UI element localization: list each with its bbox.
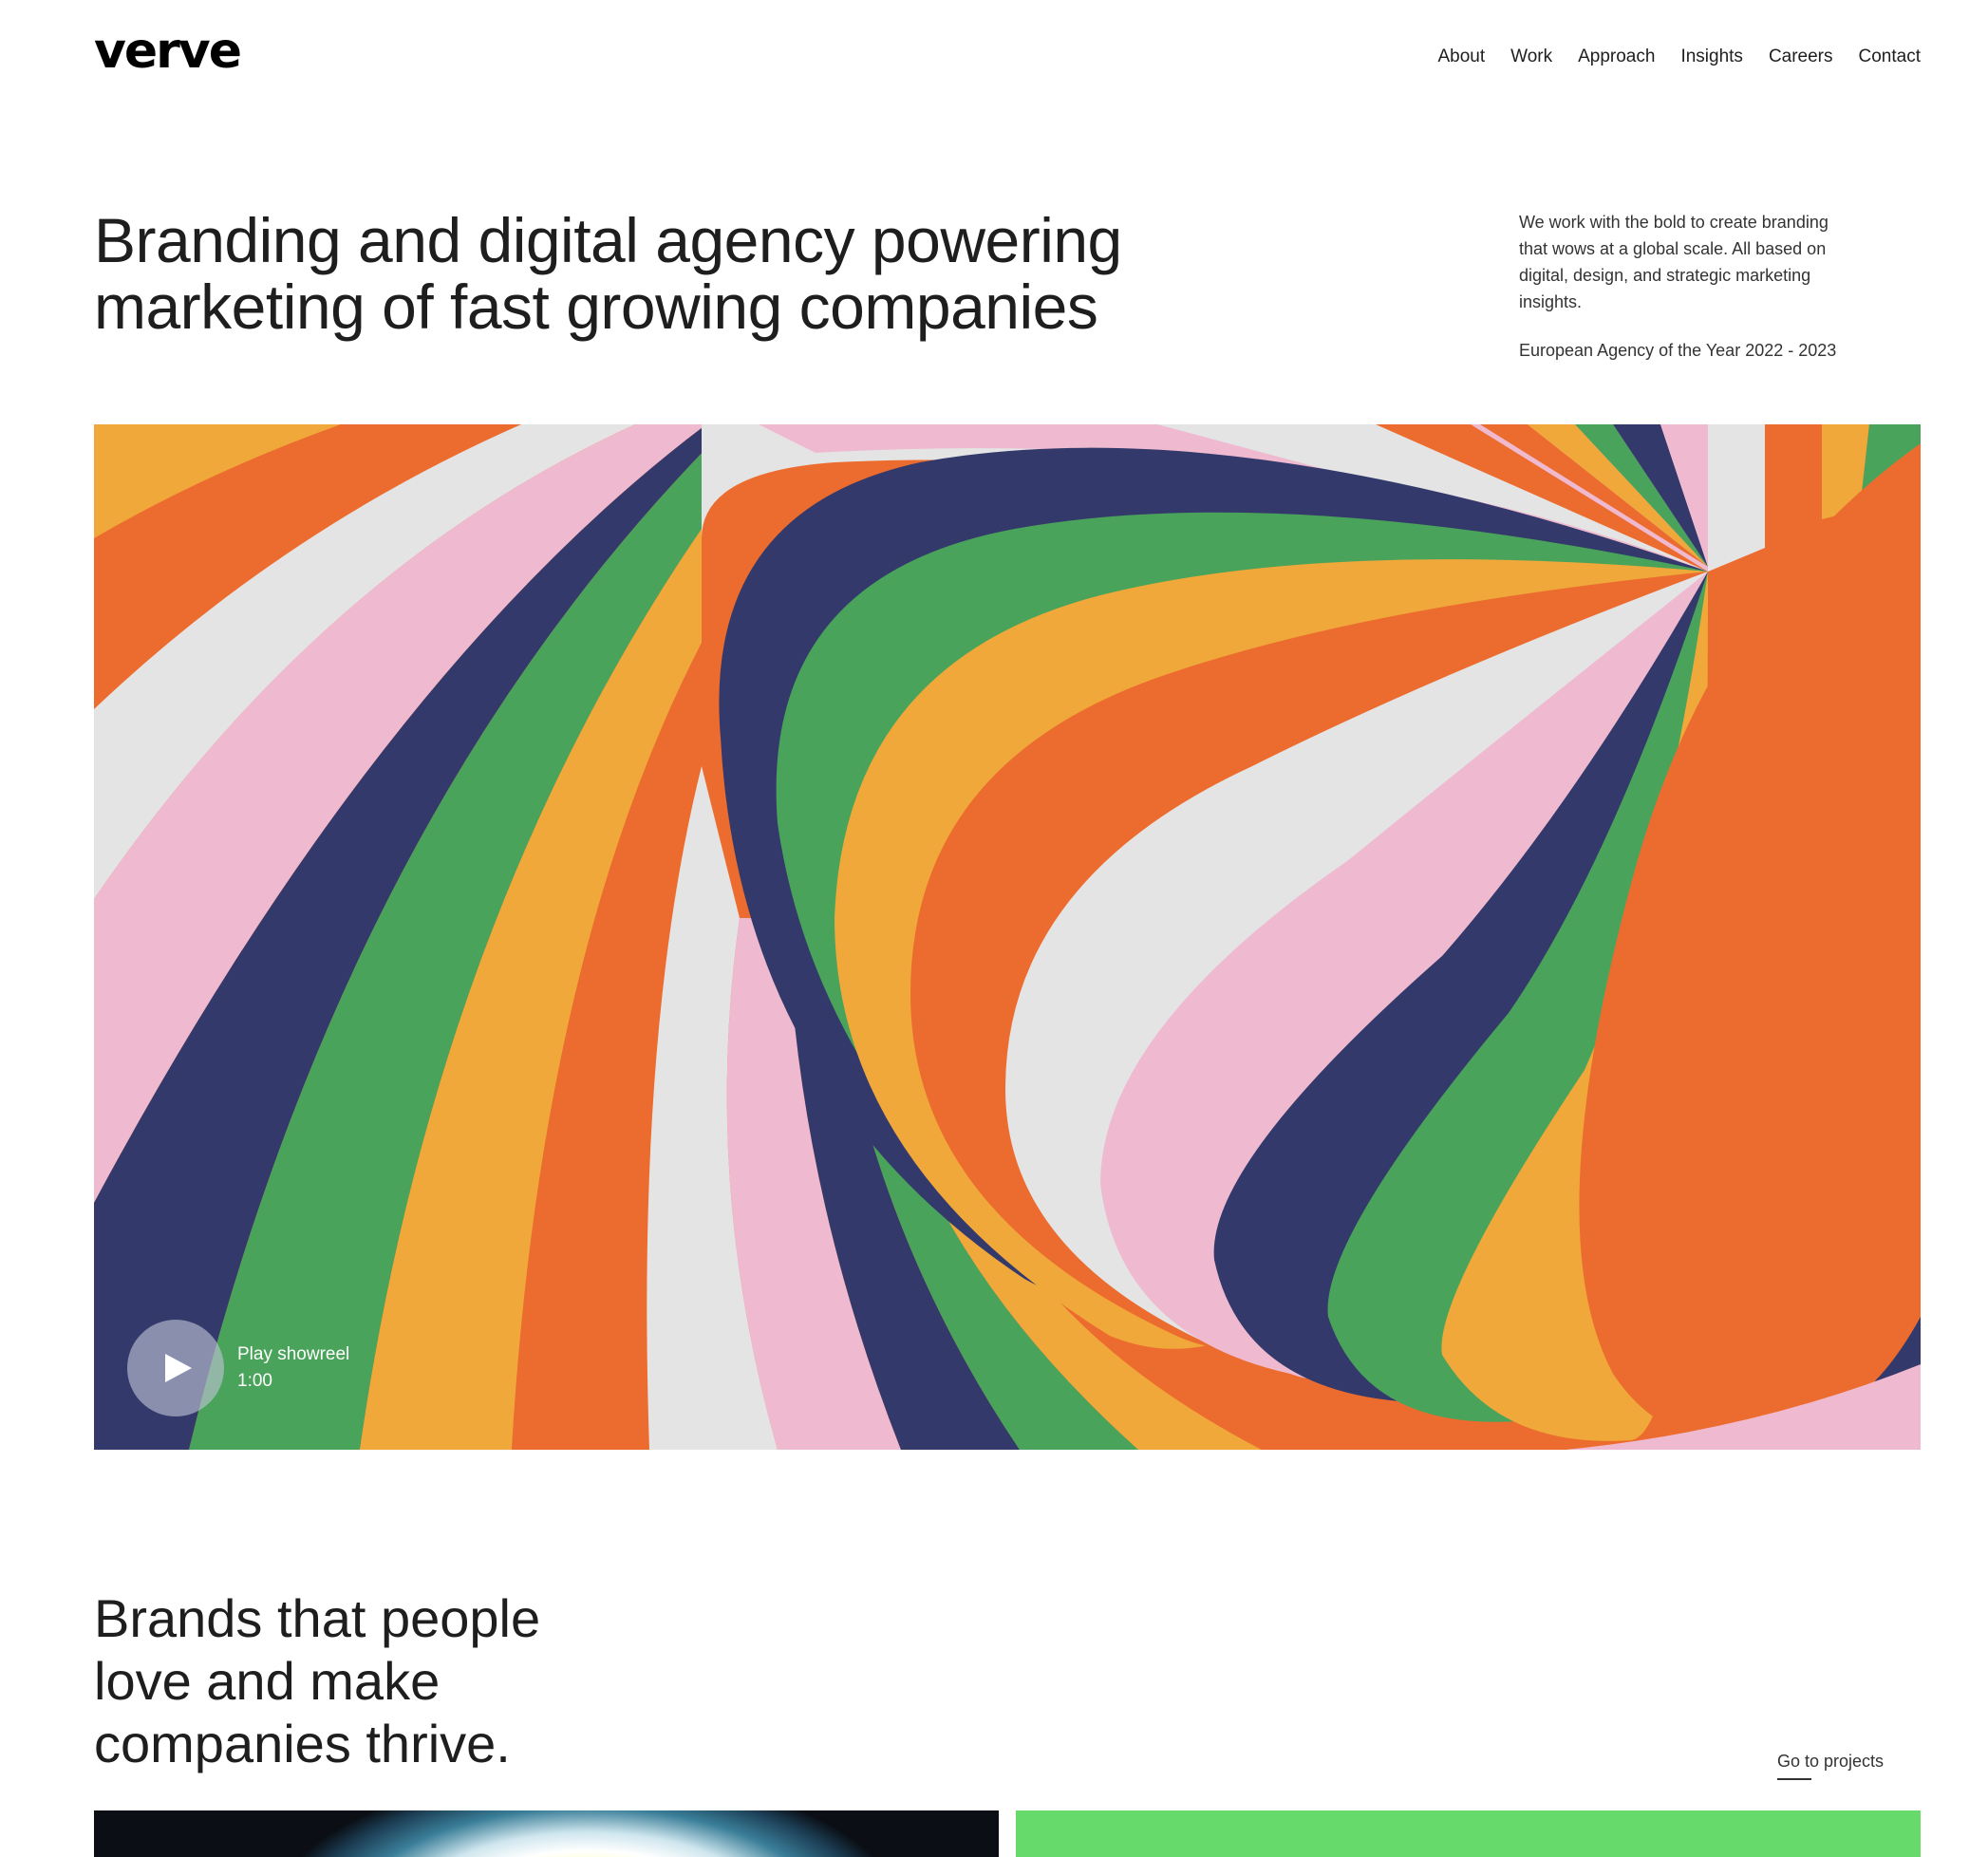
main-nav: About Work Approach Insights Careers Con… bbox=[1437, 47, 1921, 66]
play-showreel-control[interactable]: Play showreel 1:00 bbox=[127, 1320, 349, 1416]
nav-contact[interactable]: Contact bbox=[1859, 47, 1921, 66]
showreel-info: Play showreel 1:00 bbox=[237, 1341, 349, 1395]
verve-logo[interactable]: verve bbox=[94, 27, 242, 76]
hero-title: Branding and digital agency powering mar… bbox=[94, 205, 1122, 342]
nav-careers[interactable]: Careers bbox=[1769, 47, 1833, 66]
project-card-right[interactable] bbox=[1016, 1810, 1921, 1857]
play-icon bbox=[165, 1354, 192, 1382]
go-to-projects-label: Go to projects bbox=[1777, 1752, 1885, 1771]
hero-description: We work with the bold to create branding… bbox=[1519, 213, 1829, 311]
swirl-artwork bbox=[94, 424, 1921, 1450]
nav-approach[interactable]: Approach bbox=[1578, 47, 1655, 66]
project-card-left[interactable] bbox=[94, 1810, 999, 1857]
nav-work[interactable]: Work bbox=[1510, 47, 1552, 66]
nav-insights[interactable]: Insights bbox=[1680, 47, 1742, 66]
play-button[interactable] bbox=[127, 1320, 224, 1416]
showreel-media[interactable]: Play showreel 1:00 bbox=[94, 424, 1921, 1450]
page: verve About Work Approach Insights Caree… bbox=[0, 0, 1988, 1857]
link-underline bbox=[1777, 1778, 1811, 1780]
hero-intro: We work with the bold to create branding… bbox=[1519, 209, 1861, 385]
showreel-duration: 1:00 bbox=[237, 1371, 272, 1391]
showreel-label: Play showreel bbox=[237, 1344, 350, 1364]
go-to-projects-link[interactable]: Go to projects bbox=[1777, 1752, 1885, 1780]
nav-about[interactable]: About bbox=[1437, 47, 1485, 66]
award-text: European Agency of the Year 2022 - 2023 bbox=[1519, 341, 1837, 360]
brands-title: Brands that people love and make compani… bbox=[94, 1588, 541, 1773]
